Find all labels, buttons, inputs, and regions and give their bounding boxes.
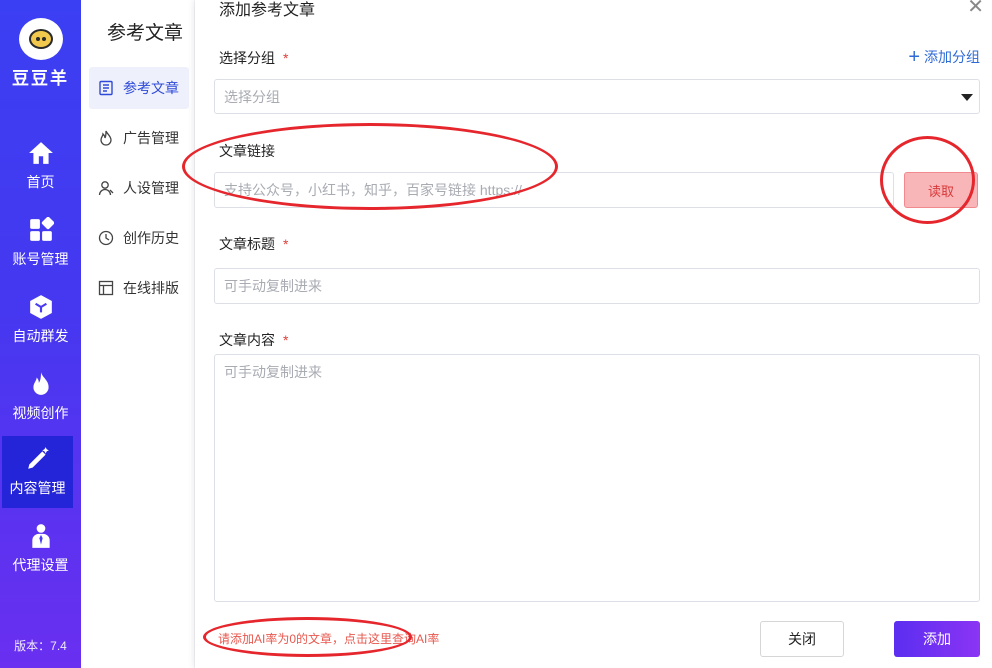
submenu-item-label: 在线排版 (123, 280, 179, 296)
submenu-item-label: 广告管理 (123, 130, 179, 146)
nav-item-label: 内容管理 (9, 480, 66, 496)
title-label: 文章标题 * (219, 236, 289, 252)
group-select[interactable]: 选择分组 (214, 79, 980, 114)
content-label: 文章内容 * (219, 332, 289, 348)
add-group-button[interactable]: + 添加分组 (908, 47, 980, 67)
nav-item-home[interactable]: 首页 (0, 130, 81, 202)
group-label: 选择分组 * (219, 50, 289, 66)
submenu-title: 参考文章 (107, 23, 184, 44)
plus-icon: + (908, 46, 920, 68)
nav-item-proxy[interactable]: 代理设置 (0, 513, 81, 585)
fire-outline-icon (100, 130, 112, 146)
submenu-item-ads[interactable]: 广告管理 (89, 117, 189, 159)
user-icon (98, 181, 114, 196)
submenu-item-label: 参考文章 (123, 80, 179, 96)
add-button[interactable]: 添加 (894, 621, 980, 657)
nav-item-label: 视频创作 (12, 405, 69, 421)
brand-logo: 豆豆羊 (0, 18, 81, 89)
layout-icon (98, 280, 114, 296)
dropdown-caret-icon (961, 94, 973, 101)
nav-item-video[interactable]: 视频创作 (0, 361, 81, 433)
flame-icon (32, 372, 49, 395)
main-nav-rail: 豆豆羊 首页 账号管理 自动群发 视频创作 内容管理 代理设置 版本：7.4 (0, 0, 81, 668)
article-link-input[interactable]: 支持公众号，小红书，知乎，百家号链接 https:// (214, 172, 894, 208)
nav-item-label: 首页 (26, 174, 55, 190)
submenu-item-layout[interactable]: 在线排版 (89, 267, 189, 309)
sheep-logo-icon (18, 18, 63, 60)
magic-pen-icon (27, 447, 49, 469)
read-button[interactable]: 读取 (904, 172, 978, 208)
article-content-textarea[interactable]: 可手动复制进来 (214, 354, 980, 602)
document-icon (99, 80, 113, 96)
version-label: 版本：7.4 (14, 639, 67, 653)
nav-item-label: 账号管理 (12, 251, 69, 267)
brand-name: 豆豆羊 (12, 69, 69, 88)
link-label: 文章链接 (219, 143, 275, 159)
nav-item-label: 自动群发 (12, 328, 69, 344)
box-icon (29, 295, 52, 319)
submenu-item-persona[interactable]: 人设管理 (89, 167, 189, 209)
ai-rate-check-link[interactable]: 请添加AI率为0的文章，点击这里查询AI率 (218, 630, 439, 647)
close-icon[interactable]: ✕ (967, 0, 984, 19)
user-tie-icon (31, 524, 50, 548)
dialog-title: 添加参考文章 (219, 2, 316, 19)
nav-item-content[interactable]: 内容管理 (2, 436, 73, 508)
apps-grid-icon (29, 217, 54, 241)
nav-item-auto-send[interactable]: 自动群发 (0, 284, 81, 356)
content-submenu: 参考文章 参考文章 广告管理 人设管理 创作历史 在线排版 (81, 0, 194, 668)
article-title-input[interactable]: 可手动复制进来 (214, 268, 980, 304)
close-button[interactable]: 关闭 (760, 621, 844, 657)
add-reference-article-dialog: 添加参考文章 ✕ 选择分组 * + 添加分组 选择分组 文章链接 支持公众号，小红书… (195, 0, 992, 668)
home-icon (28, 142, 53, 164)
submenu-item-history[interactable]: 创作历史 (89, 217, 189, 259)
nav-item-label: 代理设置 (12, 557, 69, 573)
clock-icon (98, 230, 114, 246)
submenu-item-label: 创作历史 (123, 230, 179, 246)
submenu-item-reference-articles[interactable]: 参考文章 (89, 67, 189, 109)
submenu-item-label: 人设管理 (123, 180, 179, 196)
nav-item-accounts[interactable]: 账号管理 (0, 207, 81, 279)
